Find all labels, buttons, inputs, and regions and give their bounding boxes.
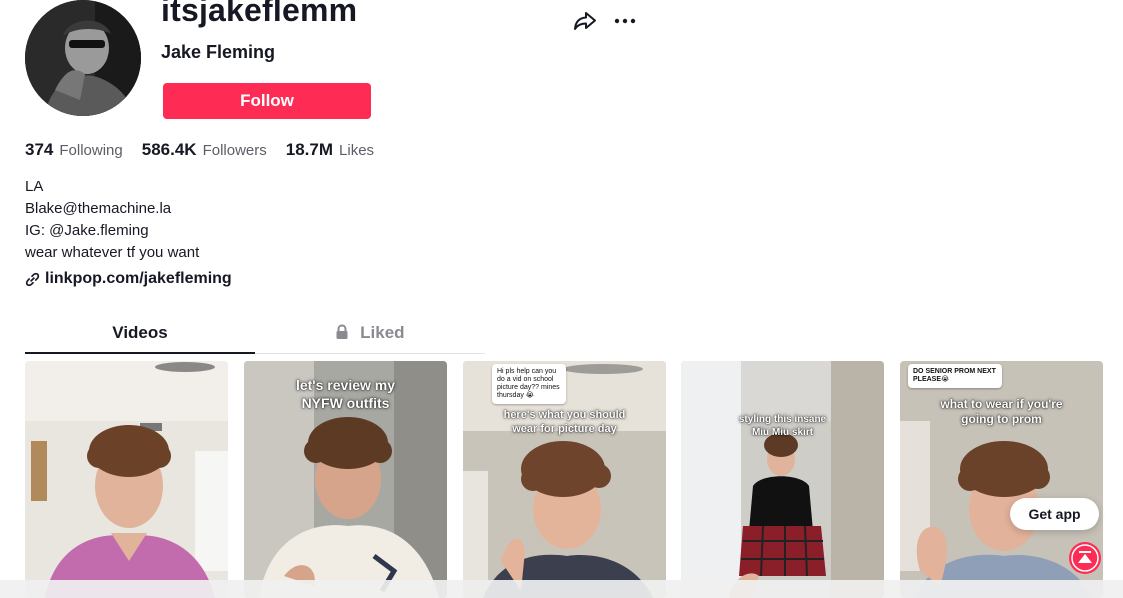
- back-to-top-icon: [1071, 544, 1099, 572]
- following-label: Following: [59, 142, 123, 159]
- video-caption: what to wear if you're going to prom: [940, 397, 1063, 426]
- display-name: Jake Fleming: [161, 42, 276, 62]
- likes-label: Likes: [339, 142, 375, 159]
- followers-stat[interactable]: 586.4K Followers: [142, 140, 267, 160]
- likes-stat: 18.7M Likes: [286, 140, 374, 160]
- back-to-top-button[interactable]: [1069, 542, 1101, 574]
- bio-link[interactable]: linkpop.com/jakefleming: [25, 270, 232, 288]
- bio-line: wear whatever tf you want: [25, 244, 200, 261]
- following-count: 374: [25, 140, 54, 159]
- tab-liked-label: Liked: [360, 323, 405, 342]
- reply-comment-card: Hi pls help can you do a vid on school p…: [492, 364, 566, 404]
- bio-link-text: linkpop.com/jakefleming: [45, 270, 232, 287]
- bio-line: LA: [25, 178, 44, 195]
- lock-icon: [336, 324, 348, 339]
- tab-liked[interactable]: Liked: [255, 318, 485, 353]
- followers-count: 586.4K: [141, 140, 197, 159]
- profile-tabs: Videos Liked: [25, 318, 485, 354]
- profile-avatar[interactable]: [25, 0, 141, 116]
- tab-videos[interactable]: Videos: [25, 318, 255, 354]
- reply-comment-card: DO SENIOR PROM NEXT PLEASE😭: [908, 364, 1002, 388]
- tab-videos-label: Videos: [112, 323, 168, 342]
- video-thumbnail[interactable]: Hi pls help can you do a vid on school p…: [463, 361, 666, 598]
- bio-line: Blake@themachine.la: [25, 200, 172, 217]
- profile-stats: 374 Following 586.4K Followers 18.7M Lik…: [25, 140, 393, 160]
- bottom-bar: [0, 580, 1123, 598]
- video-thumbnail[interactable]: let's review my NYFW outfits: [244, 361, 447, 598]
- share-icon[interactable]: [572, 8, 598, 34]
- video-thumbnail[interactable]: [25, 361, 228, 598]
- get-app-button[interactable]: Get app: [1010, 498, 1099, 530]
- video-caption: here's what you should wear for picture …: [503, 409, 626, 435]
- more-icon[interactable]: [612, 8, 638, 34]
- likes-count: 18.7M: [285, 140, 334, 159]
- bio: LA Blake@themachine.la IG: @Jake.fleming…: [25, 176, 199, 264]
- link-icon: [25, 272, 40, 286]
- video-thumbnail[interactable]: styling this insane Miu Miu skirt: [681, 361, 884, 598]
- video-caption: let's review my NYFW outfits: [295, 377, 396, 411]
- video-caption: styling this insane Miu Miu skirt: [738, 414, 827, 438]
- username: itsjakeflemm: [161, 0, 358, 28]
- bio-line: IG: @Jake.fleming: [25, 222, 149, 239]
- followers-label: Followers: [202, 142, 267, 159]
- follow-button[interactable]: Follow: [163, 83, 371, 119]
- following-stat[interactable]: 374 Following: [25, 140, 123, 160]
